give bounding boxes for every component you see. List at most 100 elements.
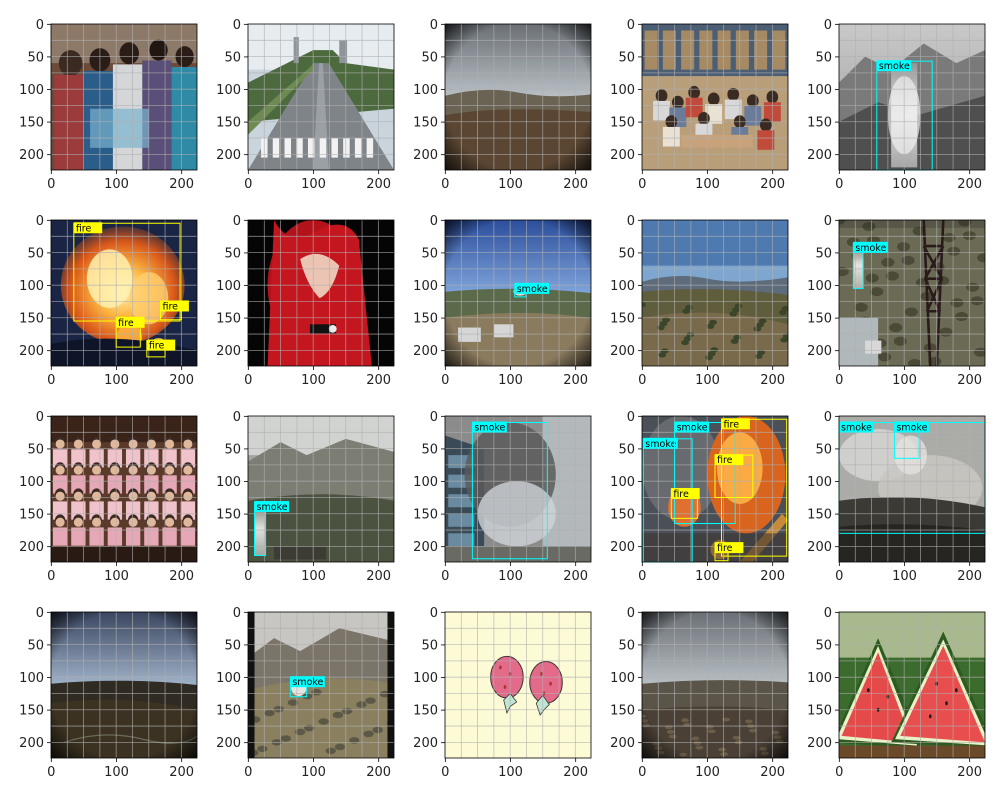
- panel-14: smokesmoke firefirefirefire0 100 2000501001…: [610, 410, 789, 584]
- panel-13: smoke0 100 200050100150200: [413, 410, 592, 584]
- y-tick-label: 200: [807, 736, 832, 751]
- x-tick-label: 200: [169, 569, 194, 584]
- x-tick-label: 0: [835, 177, 843, 192]
- panel-11: 0 100 200050100150200: [19, 410, 198, 584]
- y-tick-label: 50: [815, 50, 832, 65]
- y-tick-label: 150: [610, 704, 635, 719]
- x-tick-label: 100: [695, 569, 720, 584]
- y-tick-label: 0: [627, 214, 635, 229]
- x-tick-label: 100: [104, 569, 129, 584]
- y-tick-label: 200: [807, 540, 832, 555]
- x-tick-label: 0: [638, 373, 646, 388]
- y-tick-label: 100: [216, 279, 241, 294]
- y-tick-label: 100: [610, 475, 635, 490]
- x-tick-label: 0: [441, 765, 449, 780]
- x-tick-label: 200: [760, 373, 785, 388]
- y-tick-label: 200: [610, 148, 635, 163]
- detection-label: smoke: [677, 423, 708, 434]
- x-tick-label: 0: [244, 569, 252, 584]
- panel-image: [248, 416, 394, 562]
- x-tick-label: 100: [892, 177, 917, 192]
- x-tick-label: 100: [695, 765, 720, 780]
- y-tick-label: 200: [807, 148, 832, 163]
- panel-image: [51, 24, 197, 170]
- y-tick-label: 150: [610, 312, 635, 327]
- panel-image: [445, 24, 591, 170]
- x-tick-label: 0: [244, 177, 252, 192]
- x-tick-label: 200: [760, 569, 785, 584]
- y-tick-label: 50: [421, 638, 438, 653]
- panel-image: [839, 612, 985, 758]
- x-tick-label: 100: [104, 373, 129, 388]
- panel-18: 0 100 200050100150200: [413, 606, 592, 780]
- detection-label: fire: [717, 455, 733, 466]
- y-tick-label: 0: [36, 214, 44, 229]
- panel-3: 0 100 200050100150200: [413, 18, 592, 192]
- detection-label: fire: [724, 419, 740, 430]
- panel-image: [248, 24, 394, 170]
- y-tick-label: 0: [430, 410, 438, 425]
- panel-20: 0 100 200050100150200: [807, 606, 986, 780]
- panel-2: 0 100 200050100150200: [216, 18, 395, 192]
- detection-label: smoke: [841, 423, 872, 434]
- detection-label: smoke: [257, 502, 288, 513]
- x-tick-label: 100: [695, 373, 720, 388]
- y-tick-label: 150: [19, 508, 44, 523]
- x-tick-label: 0: [638, 177, 646, 192]
- x-tick-label: 100: [301, 569, 326, 584]
- y-tick-label: 150: [807, 312, 832, 327]
- x-tick-label: 0: [638, 569, 646, 584]
- y-tick-label: 200: [19, 344, 44, 359]
- y-tick-label: 100: [807, 475, 832, 490]
- y-tick-label: 0: [233, 214, 241, 229]
- y-tick-label: 100: [19, 83, 44, 98]
- x-tick-label: 200: [957, 177, 982, 192]
- x-tick-label: 100: [892, 569, 917, 584]
- y-tick-label: 50: [224, 638, 241, 653]
- y-tick-label: 50: [421, 442, 438, 457]
- panel-12: smoke0 100 200050100150200: [216, 410, 395, 584]
- y-tick-label: 100: [413, 671, 438, 686]
- y-tick-label: 50: [421, 246, 438, 261]
- y-tick-label: 150: [807, 116, 832, 131]
- y-tick-label: 200: [610, 736, 635, 751]
- y-tick-label: 200: [216, 148, 241, 163]
- x-tick-label: 200: [563, 569, 588, 584]
- panel-19: 0 100 200050100150200: [610, 606, 789, 780]
- y-tick-label: 150: [216, 704, 241, 719]
- x-tick-label: 200: [563, 373, 588, 388]
- y-tick-label: 50: [618, 638, 635, 653]
- panel-image: [839, 416, 985, 562]
- x-tick-label: 200: [760, 177, 785, 192]
- x-tick-label: 0: [835, 373, 843, 388]
- y-tick-label: 50: [618, 442, 635, 457]
- x-tick-label: 200: [563, 765, 588, 780]
- y-tick-label: 0: [36, 606, 44, 621]
- x-tick-label: 100: [892, 373, 917, 388]
- x-tick-label: 200: [563, 177, 588, 192]
- y-tick-label: 100: [19, 475, 44, 490]
- panel-8: smoke0 100 200050100150200: [413, 214, 592, 388]
- panels-layer: 0 100 2000501001502000 100 2000501001502000 1…: [19, 18, 986, 780]
- y-tick-label: 100: [807, 671, 832, 686]
- y-tick-label: 0: [430, 18, 438, 33]
- panel-16: 0 100 200050100150200: [19, 606, 198, 780]
- x-tick-label: 100: [498, 569, 523, 584]
- y-tick-label: 0: [36, 18, 44, 33]
- y-tick-label: 200: [413, 344, 438, 359]
- detection-label: fire: [76, 223, 92, 234]
- detection-label: smoke: [896, 423, 927, 434]
- x-tick-label: 100: [104, 765, 129, 780]
- x-tick-label: 200: [366, 373, 391, 388]
- y-tick-label: 0: [430, 214, 438, 229]
- y-tick-label: 100: [610, 83, 635, 98]
- y-tick-label: 0: [627, 606, 635, 621]
- x-tick-label: 200: [169, 177, 194, 192]
- y-tick-label: 100: [807, 83, 832, 98]
- y-tick-label: 50: [815, 442, 832, 457]
- panel-image: [642, 612, 788, 758]
- panel-5: smoke0 100 200050100150200: [807, 18, 986, 192]
- x-tick-label: 0: [835, 569, 843, 584]
- y-tick-label: 50: [224, 246, 241, 261]
- x-tick-label: 0: [47, 373, 55, 388]
